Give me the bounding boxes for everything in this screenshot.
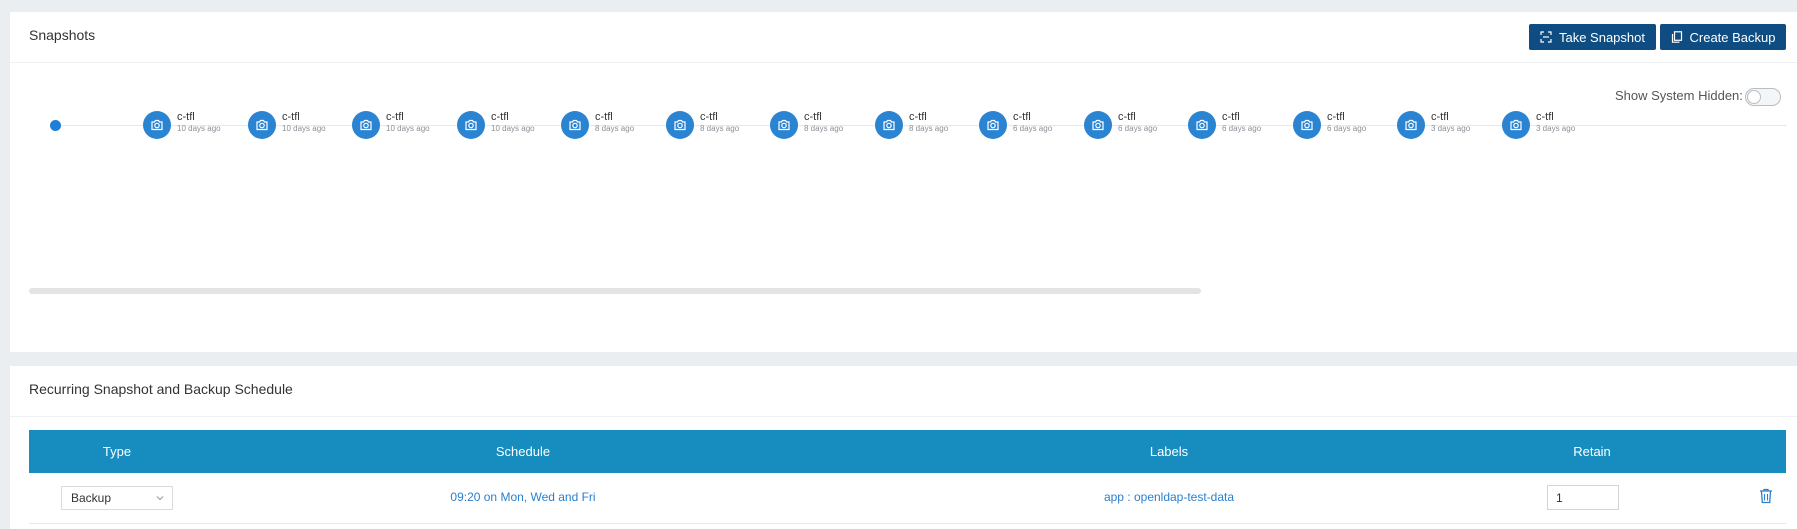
- snapshot-age: 3 days ago: [1431, 124, 1471, 133]
- snapshot-name: c-tfl: [491, 111, 509, 123]
- camera-icon[interactable]: [979, 111, 1007, 139]
- camera-icon[interactable]: [666, 111, 694, 139]
- column-header-type: Type: [102, 444, 132, 459]
- type-select[interactable]: Backup: [61, 486, 173, 510]
- camera-icon[interactable]: [1397, 111, 1425, 139]
- snapshot-name: c-tfl: [177, 111, 195, 123]
- snapshot-name: c-tfl: [1327, 111, 1345, 123]
- schedule-title: Recurring Snapshot and Backup Schedule: [29, 381, 293, 397]
- horizontal-scrollbar[interactable]: [29, 288, 1201, 294]
- snapshot-age: 10 days ago: [386, 124, 430, 133]
- schedule-panel: Recurring Snapshot and Backup Schedule T…: [10, 366, 1797, 529]
- snapshots-title: Snapshots: [29, 27, 96, 43]
- camera-icon[interactable]: [1502, 111, 1530, 139]
- snapshot-age: 3 days ago: [1536, 124, 1576, 133]
- show-system-hidden-label: Show System Hidden:: [1615, 88, 1743, 103]
- snapshot-name: c-tfl: [1222, 111, 1240, 123]
- copy-icon: [1671, 31, 1682, 43]
- schedule-link[interactable]: 09:20 on Mon, Wed and Fri: [450, 490, 595, 504]
- snapshot-age: 6 days ago: [1118, 124, 1158, 133]
- snapshot-age: 10 days ago: [177, 124, 221, 133]
- chevron-down-icon: [156, 496, 164, 501]
- create-backup-label: Create Backup: [1689, 29, 1776, 45]
- snapshot-name: c-tfl: [804, 111, 822, 123]
- camera-icon[interactable]: [1188, 111, 1216, 139]
- column-header-schedule: Schedule: [495, 444, 551, 459]
- snapshot-age: 8 days ago: [804, 124, 844, 133]
- type-select-value: Backup: [71, 491, 112, 505]
- schedule-panel-header: Recurring Snapshot and Backup Schedule: [10, 366, 1797, 417]
- snapshot-name: c-tfl: [282, 111, 300, 123]
- snapshot-name: c-tfl: [1118, 111, 1136, 123]
- take-snapshot-button[interactable]: Take Snapshot: [1529, 24, 1656, 50]
- schedule-table-header: Type Schedule Labels Retain: [29, 430, 1786, 473]
- retain-input[interactable]: [1547, 485, 1619, 510]
- snapshot-age: 8 days ago: [909, 124, 949, 133]
- timeline-root-node[interactable]: [50, 120, 61, 131]
- camera-icon[interactable]: [770, 111, 798, 139]
- snapshots-panel-header: Snapshots Take Snapshot Create Backup: [10, 12, 1797, 63]
- snapshot-age: 8 days ago: [700, 124, 740, 133]
- trash-icon[interactable]: [1759, 488, 1773, 504]
- snapshot-age: 6 days ago: [1327, 124, 1367, 133]
- table-row: Backup 09:20 on Mon, Wed and Fri app : o…: [29, 473, 1786, 524]
- camera-icon[interactable]: [1084, 111, 1112, 139]
- camera-icon[interactable]: [1293, 111, 1321, 139]
- take-snapshot-label: Take Snapshot: [1558, 29, 1645, 45]
- snapshot-name: c-tfl: [386, 111, 404, 123]
- snapshot-name: c-tfl: [1013, 111, 1031, 123]
- snapshot-age: 6 days ago: [1013, 124, 1053, 133]
- column-header-labels: Labels: [1149, 444, 1189, 459]
- camera-icon[interactable]: [457, 111, 485, 139]
- snapshot-name: c-tfl: [1536, 111, 1554, 123]
- column-header-retain: Retain: [1573, 444, 1611, 459]
- snapshot-age: 8 days ago: [595, 124, 635, 133]
- snapshots-panel: Snapshots Take Snapshot Create Backup Sh…: [10, 12, 1797, 352]
- camera-icon[interactable]: [352, 111, 380, 139]
- snapshot-frame-icon: [1540, 31, 1552, 43]
- snapshot-age: 10 days ago: [282, 124, 326, 133]
- show-system-hidden-toggle[interactable]: [1745, 88, 1781, 106]
- toggle-knob: [1747, 90, 1761, 104]
- snapshot-name: c-tfl: [1431, 111, 1449, 123]
- snapshot-age: 10 days ago: [491, 124, 535, 133]
- labels-link[interactable]: app : openldap-test-data: [1104, 490, 1234, 504]
- snapshot-name: c-tfl: [700, 111, 718, 123]
- camera-icon[interactable]: [561, 111, 589, 139]
- camera-icon[interactable]: [143, 111, 171, 139]
- snapshot-name: c-tfl: [595, 111, 613, 123]
- snapshot-age: 6 days ago: [1222, 124, 1262, 133]
- snapshot-name: c-tfl: [909, 111, 927, 123]
- camera-icon[interactable]: [875, 111, 903, 139]
- camera-icon[interactable]: [248, 111, 276, 139]
- create-backup-button[interactable]: Create Backup: [1660, 24, 1786, 50]
